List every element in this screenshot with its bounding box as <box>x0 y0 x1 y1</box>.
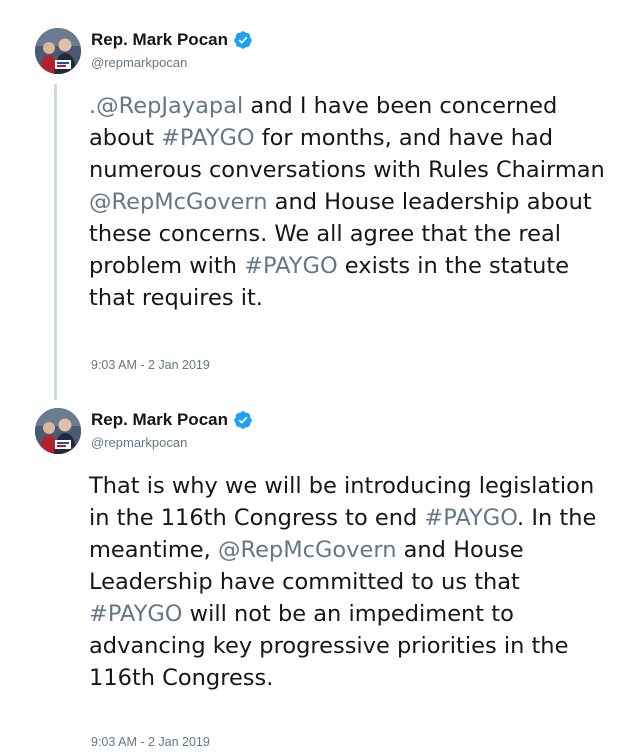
verified-badge-icon <box>233 410 253 430</box>
timestamp[interactable]: 9:03 AM - 2 Jan 2019 <box>91 735 210 749</box>
avatar[interactable] <box>35 408 81 454</box>
display-name[interactable]: Rep. Mark Pocan <box>91 30 228 50</box>
mention-link[interactable]: @RepMcGovern <box>218 537 397 563</box>
hashtag-link[interactable]: #PAYGO <box>89 601 183 627</box>
mention-link[interactable]: .@RepJayapal <box>89 93 243 119</box>
handle[interactable]: @repmarkpocan <box>91 435 187 450</box>
display-name[interactable]: Rep. Mark Pocan <box>91 410 228 430</box>
hashtag-link[interactable]: #PAYGO <box>161 125 255 151</box>
hashtag-link[interactable]: #PAYGO <box>424 505 517 531</box>
tweet-text: That is why we will be introducing legis… <box>89 470 609 694</box>
verified-badge-icon <box>233 30 253 50</box>
handle[interactable]: @repmarkpocan <box>91 55 187 70</box>
mention-link[interactable]: @RepMcGovern <box>89 189 268 215</box>
timestamp[interactable]: 9:03 AM - 2 Jan 2019 <box>91 358 210 372</box>
tweet-text: .@RepJayapal and I have been concerned a… <box>89 90 609 314</box>
hashtag-link[interactable]: #PAYGO <box>244 253 338 279</box>
thread-connector-line <box>54 84 57 400</box>
avatar[interactable] <box>35 28 81 74</box>
